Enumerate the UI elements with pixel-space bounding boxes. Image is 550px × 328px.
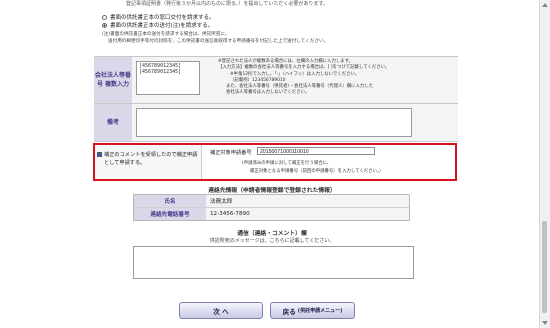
correction-number-input[interactable]: 20150071000110010: [257, 147, 375, 155]
contact-phone-row: 連絡先電話番号 12-3456-7890: [134, 208, 409, 220]
radio-mail-delivery[interactable]: 書面の供託書正本の送付(注)を請求する。: [102, 21, 213, 29]
contact-name-value: 法務太郎: [206, 195, 409, 207]
radio-selected-icon[interactable]: [102, 22, 107, 28]
scroll-up-arrow-icon[interactable]: [542, 3, 548, 7]
contact-table: 氏名 法務太郎 連絡先電話番号 12-3456-7890: [133, 194, 410, 221]
corp-number-label: 会社法人等番号 複数入力: [94, 57, 132, 103]
contact-name-row: 氏名 法務太郎: [134, 195, 409, 208]
form-page: 登記事項証明書（発行後３か月以内のものに限る。）を提出していただく必要があります…: [86, 0, 458, 328]
contact-phone-value: 12-3456-7890: [206, 208, 409, 220]
contact-name-label: 氏名: [134, 195, 206, 207]
correction-note-2: 補正対象となる申請番号（前回の申請番号）を入力してください。）: [250, 169, 384, 174]
vertical-scrollbar[interactable]: [539, 0, 550, 328]
delivery-note-1: (注)書面の供託書正本の送付を請求する場合は、供託所宛に、: [102, 32, 230, 37]
top-note: 登記事項証明書（発行後３か月以内のものに限る。）を提出していただく必要があります…: [126, 1, 328, 7]
correction-section: 補正のコメントを受領したので補正申請として申請する。 補正対象申請番号 2015…: [93, 143, 457, 181]
communication-textarea[interactable]: [133, 246, 414, 279]
radio-window-delivery[interactable]: 書面の供託書正本の窓口交付を請求する。: [102, 13, 215, 21]
delivery-section: 書面の供託書正本の窓口交付を請求する。 書面の供託書正本の送付(注)を請求する。…: [94, 10, 458, 57]
remarks-row: 備考: [94, 104, 458, 142]
back-button[interactable]: 戻る (供託申請メニュー): [270, 302, 355, 319]
correction-note-1: (申請済みの申請に対して補正を行う場合に、: [242, 161, 332, 166]
corp-number-textarea[interactable]: [456789012345] [456789012345]: [136, 61, 200, 95]
remarks-textarea[interactable]: [136, 108, 412, 137]
contact-title: 連絡先情報（申請者情報登録で登録された情報）: [208, 188, 336, 194]
scrollbar-thumb[interactable]: [542, 221, 547, 313]
remarks-label: 備考: [94, 104, 132, 141]
corp-number-row: 会社法人等番号 複数入力 [456789012345] [45678901234…: [94, 57, 458, 104]
correction-checkbox-label: 補正のコメントを受領したので補正申請として申請する。: [104, 152, 198, 166]
communication-title: 通信（連絡・コメント）欄: [237, 231, 307, 237]
scroll-down-arrow-icon[interactable]: [542, 321, 548, 325]
contact-phone-label: 連絡先電話番号: [134, 208, 206, 220]
next-button[interactable]: 次 へ: [179, 302, 263, 319]
left-margin: [0, 0, 86, 328]
radio-icon[interactable]: [102, 14, 107, 20]
communication-subtitle: 供託所宛のメッセージは、こちらに記載してください。: [209, 238, 335, 244]
correction-checkbox[interactable]: [97, 152, 102, 157]
correction-field-label: 補正対象申請番号: [210, 150, 252, 156]
corp-number-notes: ※登記された法人が複数ある場合には、左欄の入力欄に入力します。 【入力方法】複数…: [218, 59, 390, 96]
delivery-note-2: 送付用の郵便切手等付の封筒を、この供託書の送信後取得する申請番号を付記した上で送…: [108, 39, 329, 44]
